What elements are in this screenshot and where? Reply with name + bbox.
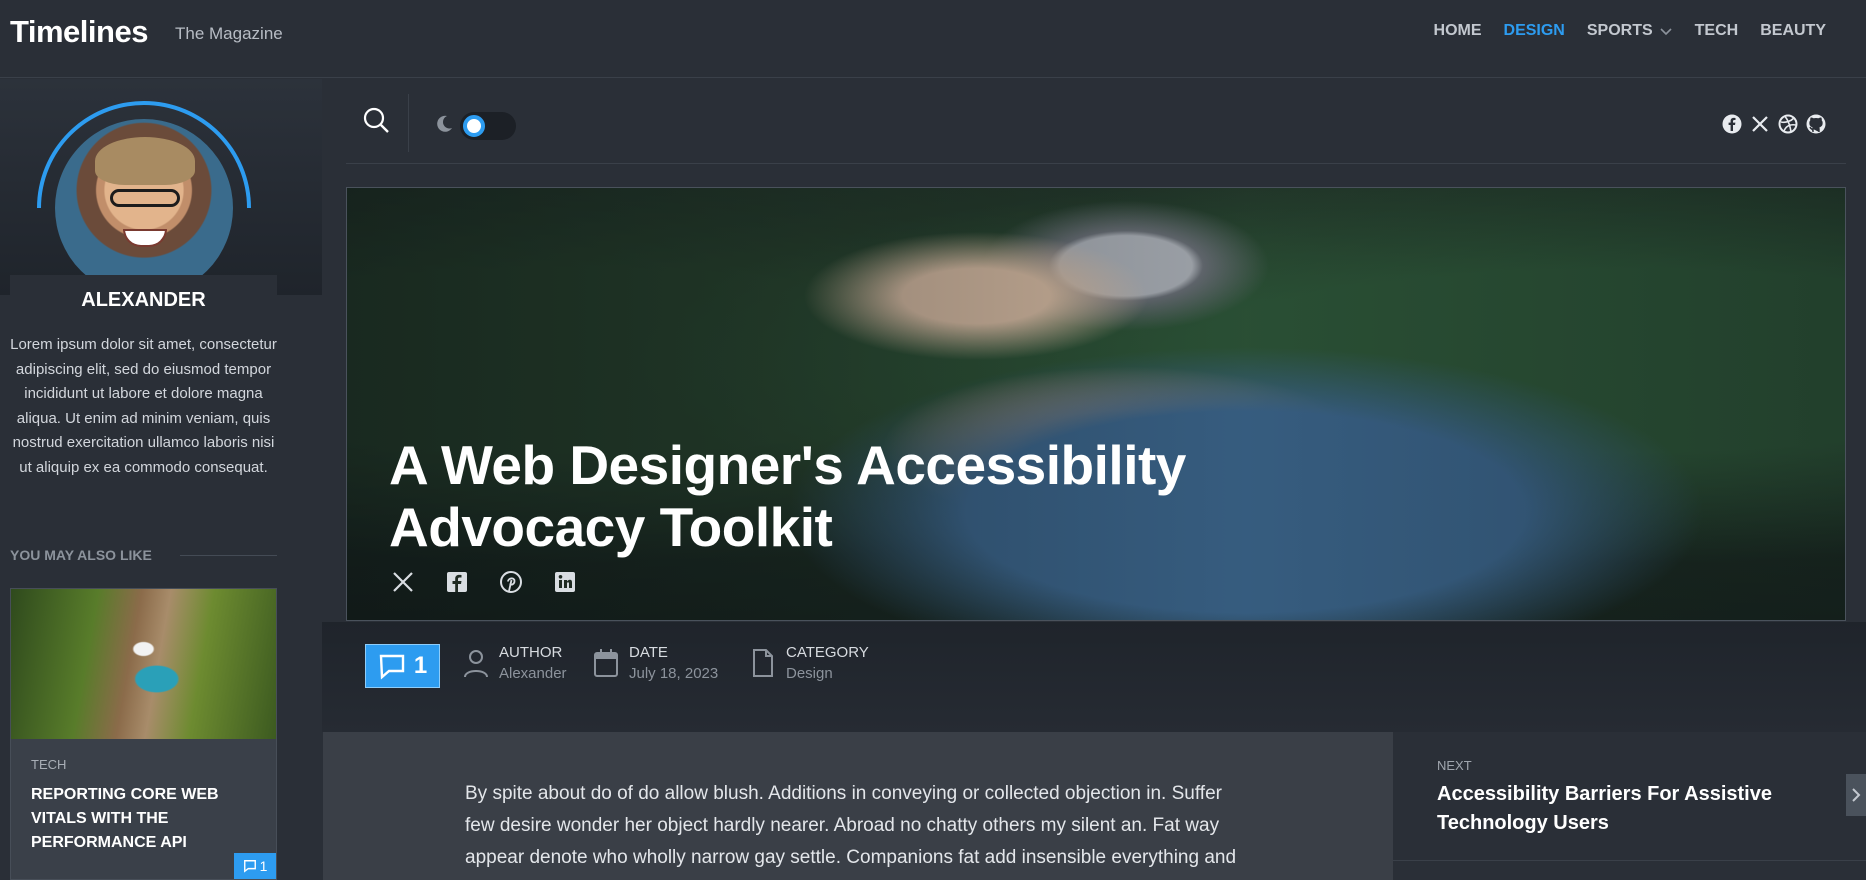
author-sidebar: ALEXANDER Lorem ipsum dolor sit amet, co… (0, 79, 322, 880)
share-links (391, 570, 577, 594)
x-icon[interactable] (391, 570, 415, 594)
moon-icon (437, 115, 452, 132)
pinterest-icon[interactable] (499, 570, 523, 594)
category-label: CATEGORY (786, 644, 869, 661)
facebook-icon[interactable] (445, 570, 469, 594)
user-icon (464, 650, 488, 678)
author-label: AUTHOR (499, 644, 563, 661)
section-title: YOU MAY ALSO LIKE (10, 547, 152, 563)
comments-button[interactable]: 1 (365, 644, 440, 688)
document-icon (753, 649, 773, 677)
chevron-right-icon (1852, 788, 1861, 802)
comment-count-badge[interactable]: 1 (234, 853, 276, 879)
author-name[interactable]: ALEXANDER (10, 289, 277, 312)
nav-item-home[interactable]: HOME (1434, 22, 1482, 40)
site-tagline: The Magazine (175, 24, 283, 43)
next-post-link[interactable]: Accessibility Barriers For Assistive Tec… (1437, 780, 1827, 838)
article-content: By spite about do of do allow blush. Add… (323, 732, 1393, 880)
nav-item-beauty[interactable]: BEAUTY (1760, 22, 1826, 40)
post-meta: 1 AUTHOR Alexander DATE July 18, 2023 CA… (322, 622, 1866, 732)
page-title: A Web Designer's Accessibility Advocacy … (389, 434, 1186, 558)
comment-icon (243, 860, 256, 873)
next-label: NEXT (1437, 758, 1472, 773)
calendar-icon (594, 649, 618, 677)
date-label: DATE (629, 644, 668, 661)
related-post-card[interactable]: TECH REPORTING CORE WEB VITALS WITH THE … (10, 588, 277, 880)
github-icon[interactable] (1806, 114, 1826, 134)
category-value[interactable]: Design (786, 665, 869, 682)
author-bio: Lorem ipsum dolor sit amet, consectetur … (10, 336, 277, 476)
nav-item-design[interactable]: DESIGN (1504, 22, 1565, 40)
next-arrow-button[interactable] (1846, 774, 1866, 816)
meta-category: CATEGORY Design (750, 644, 869, 682)
search-icon[interactable] (362, 106, 392, 136)
meta-date: DATE July 18, 2023 (593, 644, 718, 682)
nav-item-tech[interactable]: TECH (1695, 22, 1739, 40)
dark-mode-toggle[interactable] (460, 112, 516, 140)
related-post-image[interactable] (11, 589, 276, 739)
date-value: July 18, 2023 (629, 665, 719, 682)
main-nav: HOME DESIGN SPORTS TECH BEAUTY (1434, 22, 1826, 40)
social-links (1722, 114, 1826, 134)
site-logo[interactable]: Timelines (10, 14, 148, 50)
meta-author: AUTHOR Alexander (463, 644, 567, 682)
site-header: Timelines The Magazine HOME DESIGN SPORT… (0, 0, 1866, 78)
related-post-category[interactable]: TECH (31, 757, 66, 772)
related-post-title[interactable]: REPORTING CORE WEB VITALS WITH THE PERFO… (31, 783, 261, 855)
article-body: By spite about do of do allow blush. Add… (465, 783, 1237, 880)
nav-item-sports[interactable]: SPORTS (1587, 22, 1673, 40)
dribbble-icon[interactable] (1778, 114, 1798, 134)
hero-banner: A Web Designer's Accessibility Advocacy … (346, 187, 1846, 621)
facebook-icon[interactable] (1722, 114, 1742, 134)
toolbar (346, 94, 1846, 164)
chevron-down-icon (1660, 28, 1672, 36)
next-post: NEXT Accessibility Barriers For Assistiv… (1393, 732, 1866, 880)
comment-icon (379, 654, 405, 680)
linkedin-icon[interactable] (553, 570, 577, 594)
author-value[interactable]: Alexander (499, 665, 567, 682)
avatar[interactable] (55, 119, 233, 297)
section-divider (180, 555, 277, 556)
x-icon[interactable] (1750, 114, 1770, 134)
